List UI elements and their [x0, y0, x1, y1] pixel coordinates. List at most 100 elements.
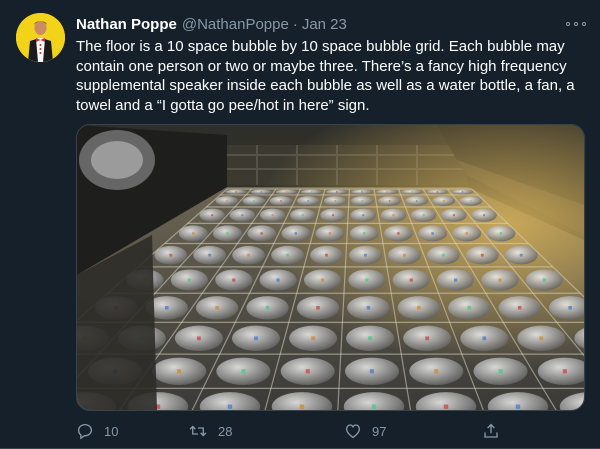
- display-name[interactable]: Nathan Poppe: [76, 16, 177, 33]
- share-icon: [484, 423, 498, 438]
- bubble-speaker: [443, 404, 449, 409]
- more-dot: [574, 22, 578, 26]
- share-button[interactable]: [482, 420, 510, 442]
- bubble-speaker: [443, 200, 445, 202]
- like-button[interactable]: 97: [344, 420, 386, 442]
- bubble-speaker: [467, 306, 471, 310]
- retweet-button[interactable]: 28: [188, 420, 232, 442]
- bubble-speaker: [253, 200, 255, 202]
- bubble-speaker: [169, 253, 173, 257]
- reply-button[interactable]: 10: [76, 420, 118, 442]
- bubble-speaker: [515, 404, 521, 409]
- bubble-speaker: [187, 278, 191, 282]
- bubble-speaker: [311, 336, 315, 341]
- bubble-speaker: [316, 306, 320, 310]
- separator-dot: ·: [292, 15, 298, 33]
- bubble-speaker: [470, 200, 472, 202]
- bubble-speaker: [280, 200, 282, 202]
- bubble-speaker: [285, 191, 288, 193]
- bubble-speaker: [215, 306, 219, 310]
- bubble-speaker: [431, 232, 434, 235]
- bubble-grid-photo: [77, 125, 584, 410]
- bubble-speaker: [241, 369, 246, 374]
- bubble-speaker: [369, 369, 374, 374]
- bubble-speaker: [211, 214, 214, 217]
- bubble-speaker: [465, 232, 468, 235]
- tweet-date[interactable]: Jan 23: [302, 16, 347, 33]
- tweet-header: Nathan Poppe @NathanPoppe · Jan 23: [76, 14, 347, 34]
- bubble-speaker: [328, 232, 332, 235]
- bubble-speaker: [325, 253, 328, 257]
- bubble-speaker: [436, 191, 439, 193]
- bubble-speaker: [299, 404, 305, 409]
- bubble-speaker: [254, 336, 258, 341]
- bubble-speaker: [286, 253, 289, 257]
- bubble-speaker: [301, 214, 304, 217]
- bubble-speaker: [192, 232, 195, 235]
- bubble-speaker: [260, 191, 263, 193]
- bubble-speaker: [241, 214, 244, 217]
- bubble-speaker: [403, 253, 406, 257]
- bubble-speaker: [562, 369, 567, 374]
- bubble-speaker: [361, 191, 363, 193]
- bubble-speaker: [499, 232, 503, 235]
- bubble-speaker: [247, 253, 250, 257]
- bubble-speaker: [197, 336, 201, 341]
- avatar[interactable]: [16, 13, 65, 62]
- bubble-speaker: [411, 191, 413, 193]
- bubble-speaker: [452, 214, 455, 217]
- bubble-speaker: [334, 200, 337, 202]
- bubble-speaker: [422, 214, 425, 217]
- bubble-speaker: [425, 336, 430, 341]
- bubble-speaker: [539, 336, 544, 341]
- retweet-count: 28: [218, 423, 233, 439]
- more-horizontal-icon[interactable]: [566, 18, 586, 30]
- bubble-speaker: [568, 306, 572, 310]
- bubble-speaker: [415, 200, 418, 202]
- bubble-speaker: [336, 191, 338, 193]
- bubble-speaker: [498, 278, 502, 282]
- bubble-speaker: [498, 369, 503, 374]
- bubble-speaker: [208, 253, 212, 257]
- bubble-speaker: [361, 200, 364, 202]
- more-dot: [566, 22, 570, 26]
- avatar-image: [16, 13, 65, 62]
- bubble-speaker: [165, 306, 169, 310]
- bubble-speaker: [232, 278, 236, 282]
- bubble-speaker: [265, 306, 270, 310]
- bubble-speaker: [235, 191, 237, 193]
- reply-icon: [77, 423, 93, 440]
- bubble-speaker: [542, 278, 546, 282]
- bubble-speaker: [332, 214, 334, 217]
- bubble-speaker: [276, 278, 280, 282]
- bubble-speaker: [226, 200, 228, 202]
- bubble-speaker: [320, 278, 325, 282]
- bubble-speaker: [461, 191, 464, 193]
- tweet-photo[interactable]: [76, 124, 585, 411]
- bubble-speaker: [307, 200, 309, 202]
- bubble-speaker: [434, 369, 439, 374]
- tweet[interactable]: Nathan Poppe @NathanPoppe · Jan 23 The f…: [0, 0, 600, 449]
- like-count: 97: [372, 423, 387, 439]
- user-handle[interactable]: @NathanPoppe: [182, 16, 289, 33]
- tweet-text: The floor is a 10 space bubble by 10 spa…: [76, 38, 575, 114]
- bubble-speaker: [392, 214, 395, 217]
- tweet-actions: 10 28 97: [76, 420, 506, 442]
- bubble-speaker: [260, 232, 263, 235]
- bubble-speaker: [517, 306, 522, 310]
- bubble-speaker: [397, 232, 400, 235]
- bubble-speaker: [363, 232, 366, 235]
- bubble-speaker: [480, 253, 484, 257]
- more-dot: [582, 22, 586, 26]
- bubble-speaker: [366, 306, 371, 310]
- bubble-speaker: [388, 200, 391, 202]
- reply-count: 10: [104, 423, 119, 439]
- bubble-speaker: [482, 336, 487, 341]
- bubble-speaker: [409, 278, 413, 282]
- bubble-speaker: [483, 214, 486, 217]
- bubble-speaker: [365, 278, 369, 282]
- bubble-speaker: [454, 278, 458, 282]
- bubble-speaker: [417, 306, 421, 310]
- bubble-speaker: [177, 369, 182, 374]
- bubble-speaker: [271, 214, 274, 217]
